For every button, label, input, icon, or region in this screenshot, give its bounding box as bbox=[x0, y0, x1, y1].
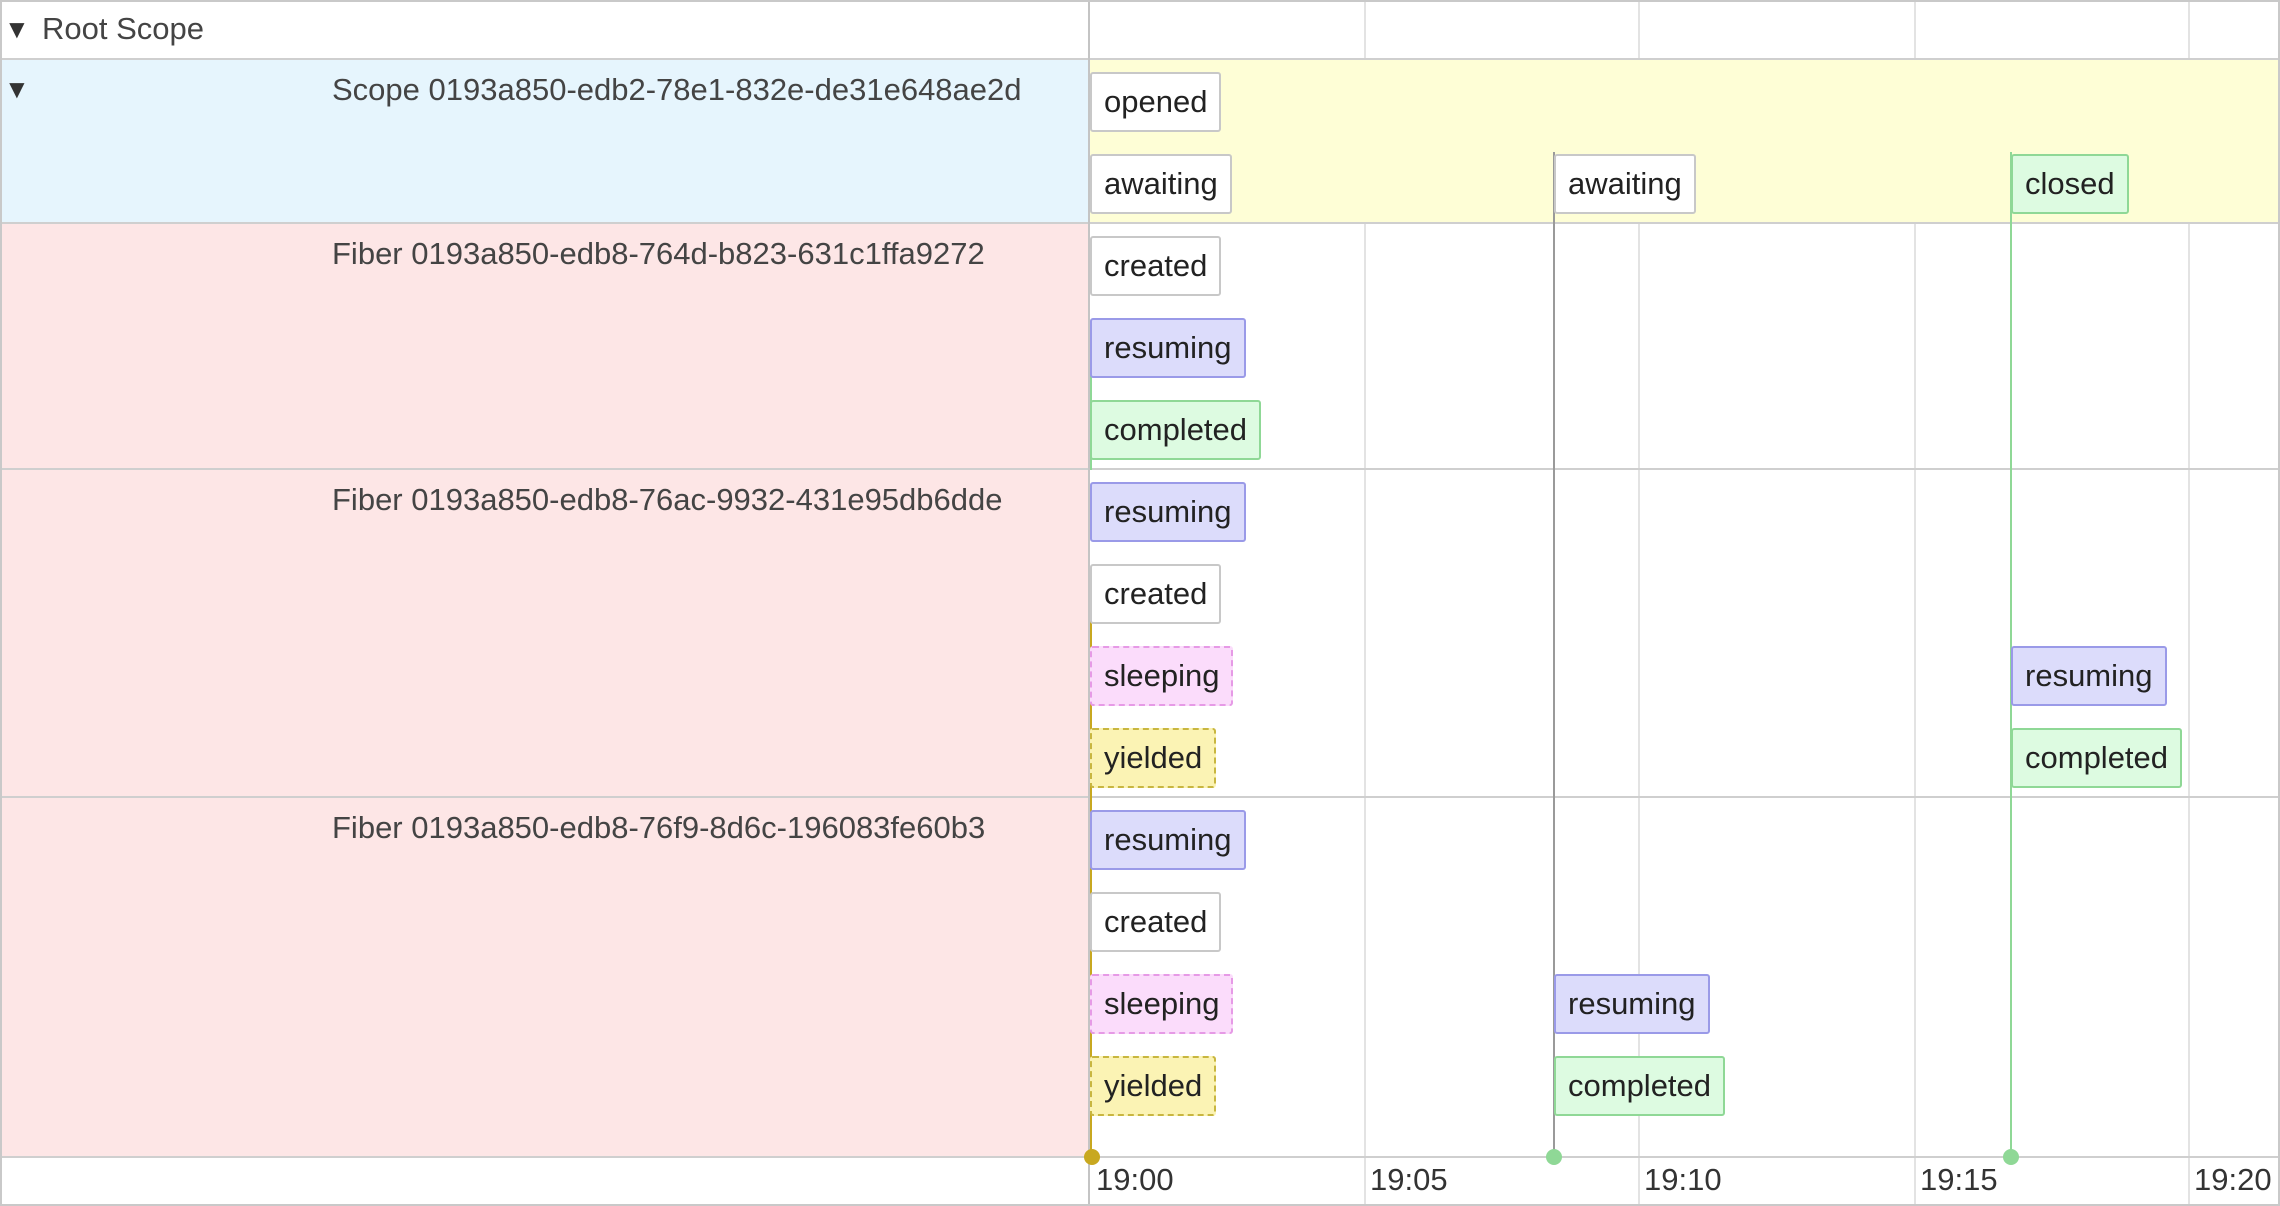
gridline-19-05-body bbox=[1364, 222, 1366, 1156]
scope-label[interactable]: Scope 0193a850-edb2-78e1-832e-de31e648ae… bbox=[332, 72, 1022, 108]
axis-tick-label: 19:15 bbox=[1920, 1162, 1998, 1197]
gridline-19-10-axis bbox=[1638, 1158, 1640, 1206]
root-scope-header-row bbox=[0, 0, 2280, 58]
event-sleeping[interactable]: sleeping bbox=[1090, 646, 1234, 706]
axis-tick-label: 19:20 bbox=[2194, 1162, 2272, 1197]
gridline-19-15 bbox=[1914, 0, 1916, 58]
fiber-label[interactable]: Fiber 0193a850-edb8-76f9-8d6c-196083fe60… bbox=[332, 810, 985, 846]
event-awaiting[interactable]: awaiting bbox=[1554, 154, 1696, 214]
event-yielded[interactable]: yielded bbox=[1090, 1056, 1217, 1116]
event-resuming[interactable]: resuming bbox=[1554, 974, 1710, 1034]
axis-divider bbox=[0, 1156, 2280, 1158]
axis-tick-label: 19:05 bbox=[1370, 1162, 1448, 1197]
event-resuming[interactable]: resuming bbox=[1090, 810, 1246, 870]
axis-tick-label: 19:10 bbox=[1644, 1162, 1722, 1197]
row-divider bbox=[0, 468, 2280, 470]
event-yielded[interactable]: yielded bbox=[1090, 728, 1217, 788]
event-resuming[interactable]: resuming bbox=[1090, 482, 1246, 542]
gridline-19-20-body bbox=[2188, 222, 2190, 1156]
row-divider bbox=[0, 58, 2280, 60]
expand-caret-icon[interactable]: ▼ bbox=[4, 74, 30, 105]
event-sleeping[interactable]: sleeping bbox=[1090, 974, 1234, 1034]
root-scope-label[interactable]: Root Scope bbox=[42, 11, 204, 47]
row-divider bbox=[0, 796, 2280, 798]
fiber-label[interactable]: Fiber 0193a850-edb8-76ac-9932-431e95db6d… bbox=[332, 482, 1003, 518]
row-divider bbox=[0, 222, 2280, 224]
fiber-rows-background bbox=[0, 222, 1088, 1156]
event-opened[interactable]: opened bbox=[1090, 72, 1222, 132]
timeline-marker-dot bbox=[2003, 1149, 2019, 1165]
expand-caret-icon[interactable]: ▼ bbox=[4, 14, 30, 45]
timeline-marker-dot bbox=[1546, 1149, 1562, 1165]
event-resuming[interactable]: resuming bbox=[1090, 318, 1246, 378]
event-created[interactable]: created bbox=[1090, 892, 1222, 952]
event-completed[interactable]: completed bbox=[1554, 1056, 1726, 1116]
event-completed[interactable]: completed bbox=[1090, 400, 1262, 460]
fiber-label[interactable]: Fiber 0193a850-edb8-764d-b823-631c1ffa92… bbox=[332, 236, 985, 272]
event-resuming[interactable]: resuming bbox=[2011, 646, 2167, 706]
gridline-19-15-body bbox=[1914, 222, 1916, 1156]
gridline-19-05 bbox=[1364, 0, 1366, 58]
event-created[interactable]: created bbox=[1090, 564, 1222, 624]
gridline-19-20 bbox=[2188, 0, 2190, 58]
event-created[interactable]: created bbox=[1090, 236, 1222, 296]
event-awaiting[interactable]: awaiting bbox=[1090, 154, 1232, 214]
gridline-19-20-axis bbox=[2188, 1158, 2190, 1206]
gridline-19-15-axis bbox=[1914, 1158, 1916, 1206]
gridline-19-10 bbox=[1638, 0, 1640, 58]
event-completed[interactable]: completed bbox=[2011, 728, 2183, 788]
axis-tick-label: 19:00 bbox=[1096, 1162, 1174, 1197]
fiber-timeline-app: ▼ Root Scope ▼ Scope 0193a850-edb2-78e1-… bbox=[0, 0, 2280, 1206]
gridline-19-05-axis bbox=[1364, 1158, 1366, 1206]
event-closed[interactable]: closed bbox=[2011, 154, 2129, 214]
